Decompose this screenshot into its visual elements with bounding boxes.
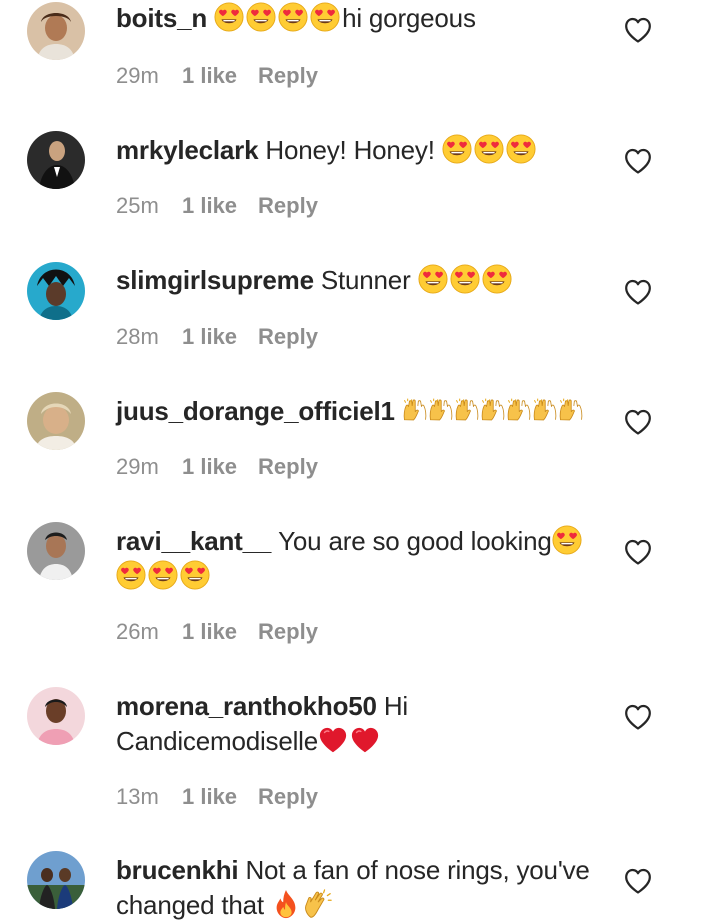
heart-eyes-emoji — [418, 264, 448, 294]
heart-eyes-emoji — [116, 560, 146, 590]
heart-outline-icon[interactable] — [624, 539, 652, 565]
comment-username[interactable]: slimgirlsupreme — [116, 265, 314, 295]
clapping-hands-emoji — [303, 889, 333, 919]
heart-eyes-emoji — [246, 2, 276, 32]
comment-text-block: juus_dorange_officiel1 — [116, 394, 596, 429]
comment-likes[interactable]: 1 like — [182, 619, 237, 644]
comment-meta: 25m 1 like Reply — [116, 192, 318, 220]
raising-hands-emoji — [480, 397, 506, 423]
avatar[interactable] — [27, 522, 85, 580]
comment-meta: 26m 1 like Reply — [116, 618, 318, 646]
heart-eyes-emoji — [450, 264, 480, 294]
heart-eyes-emoji — [506, 134, 536, 164]
heart-eyes-emoji — [278, 2, 308, 32]
avatar[interactable] — [27, 851, 85, 909]
heart-eyes-emoji — [310, 2, 340, 32]
red-heart-emoji — [318, 725, 348, 755]
heart-eyes-emoji — [474, 134, 504, 164]
comment-meta: 13m 1 like Reply — [116, 783, 318, 811]
comment-body: Honey! Honey! — [265, 135, 435, 165]
comment-meta: 29m 1 like Reply — [116, 62, 318, 90]
raising-hands-emoji — [428, 397, 454, 423]
heart-outline-icon[interactable] — [624, 279, 652, 305]
reply-button[interactable]: Reply — [258, 324, 318, 349]
heart-eyes-emoji — [442, 134, 472, 164]
comment-body: You are so good looking — [278, 526, 552, 556]
comment-text-block: ravi__kant__ You are so good looking — [116, 524, 596, 594]
red-heart-emoji — [350, 725, 380, 755]
heart-outline-icon[interactable] — [624, 148, 652, 174]
raising-hands-emoji — [506, 397, 532, 423]
heart-outline-icon[interactable] — [624, 409, 652, 435]
avatar[interactable] — [27, 131, 85, 189]
comment-likes[interactable]: 1 like — [182, 63, 237, 88]
avatar[interactable] — [27, 262, 85, 320]
reply-button[interactable]: Reply — [258, 454, 318, 479]
heart-eyes-emoji — [180, 560, 210, 590]
heart-eyes-emoji — [148, 560, 178, 590]
comment-text-block: brucenkhi Not a fan of nose rings, you've… — [116, 853, 596, 923]
fire-emoji — [271, 889, 301, 919]
comment-meta: 28m 1 like Reply — [116, 323, 318, 351]
comment-body: Stunner — [320, 265, 411, 295]
heart-outline-icon[interactable] — [624, 704, 652, 730]
raising-hands-emoji — [532, 397, 558, 423]
comment-time: 26m — [116, 619, 159, 644]
reply-button[interactable]: Reply — [258, 619, 318, 644]
comment-meta: 29m 1 like Reply — [116, 453, 318, 481]
comment-time: 29m — [116, 63, 159, 88]
comment-text-block: slimgirlsupreme Stunner — [116, 263, 596, 298]
comment-time: 13m — [116, 784, 159, 809]
comment-likes[interactable]: 1 like — [182, 324, 237, 349]
comment-username[interactable]: mrkyleclark — [116, 135, 259, 165]
heart-eyes-emoji — [552, 525, 582, 555]
comment-username[interactable]: boits_n — [116, 3, 207, 33]
comment-likes[interactable]: 1 like — [182, 454, 237, 479]
comment-text-block: boits_n hi gorgeous — [116, 1, 596, 36]
raising-hands-emoji — [402, 397, 428, 423]
reply-button[interactable]: Reply — [258, 63, 318, 88]
avatar[interactable] — [27, 392, 85, 450]
heart-outline-icon[interactable] — [624, 868, 652, 894]
comment-text-block: mrkyleclark Honey! Honey! — [116, 133, 596, 168]
raising-hands-emoji — [454, 397, 480, 423]
comment-username[interactable]: brucenkhi — [116, 855, 239, 885]
raising-hands-emoji — [558, 397, 584, 423]
reply-button[interactable]: Reply — [258, 784, 318, 809]
comment-body: hi gorgeous — [342, 3, 476, 33]
heart-outline-icon[interactable] — [624, 17, 652, 43]
comment-likes[interactable]: 1 like — [182, 784, 237, 809]
avatar[interactable] — [27, 2, 85, 60]
comment-time: 28m — [116, 324, 159, 349]
reply-button[interactable]: Reply — [258, 193, 318, 218]
heart-eyes-emoji — [482, 264, 512, 294]
heart-eyes-emoji — [214, 2, 244, 32]
comment-username[interactable]: ravi__kant__ — [116, 526, 271, 556]
comment-time: 25m — [116, 193, 159, 218]
comment-username[interactable]: juus_dorange_officiel1 — [116, 396, 395, 426]
comment-likes[interactable]: 1 like — [182, 193, 237, 218]
comment-username[interactable]: morena_ranthokho50 — [116, 691, 377, 721]
comment-time: 29m — [116, 454, 159, 479]
comment-text-block: morena_ranthokho50 Hi Candicemodiselle — [116, 689, 596, 759]
avatar[interactable] — [27, 687, 85, 745]
